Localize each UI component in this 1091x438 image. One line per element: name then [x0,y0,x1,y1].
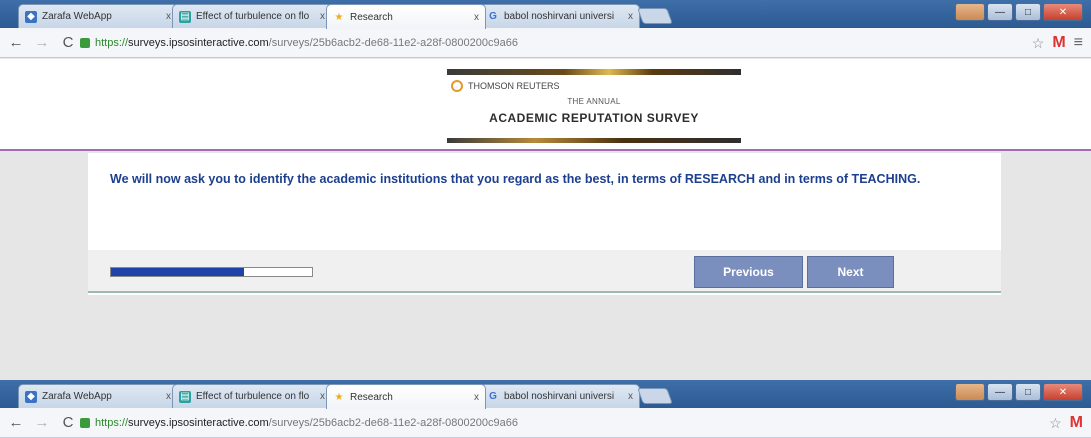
survey-logo: THOMSON REUTERS THE ANNUAL ACADEMIC REPU… [447,69,741,143]
survey-card: We will now ask you to identify the acad… [88,153,1001,295]
minimize-icon[interactable]: — [987,3,1013,21]
address-bar[interactable]: https://surveys.ipsosinteractive.com/sur… [80,33,1040,53]
google-icon: G [489,11,497,22]
google-icon: G [489,391,497,402]
url-scheme: https:// [95,417,129,429]
back-icon[interactable]: ← [8,414,24,431]
url-host: surveys.ipsosinteractive.com [128,37,269,49]
minimize-icon[interactable]: — [987,383,1013,401]
page-content: THOMSON REUTERS THE ANNUAL ACADEMIC REPU… [0,59,1091,380]
toolbar: ← → C https://surveys.ipsosinteractive.c… [0,28,1091,58]
lock-icon [80,418,90,428]
user-icon[interactable] [955,383,985,401]
document-icon: ▤ [179,10,191,23]
tab-effect-of-turbulence[interactable]: ▤ Effect of turbulence on flo x [172,384,332,408]
forward-icon[interactable]: → [34,414,50,431]
close-icon[interactable]: x [474,12,479,23]
brand-name: THOMSON REUTERS [468,81,560,91]
progress-fill [111,268,244,276]
url-scheme: https:// [95,37,129,49]
tab-research[interactable]: ★ Research x [326,384,486,409]
toolbar-right: ☆ M ≡ [1032,34,1083,52]
toolbar-right: ☆ M [1049,414,1083,432]
tab-title: Zarafa WebApp [42,11,112,22]
lock-icon [80,38,90,48]
gmail-icon[interactable]: M [1070,414,1083,432]
url-host: surveys.ipsosinteractive.com [128,417,269,429]
banner-title: ACADEMIC REPUTATION SURVEY [489,111,699,125]
new-tab-button[interactable] [637,8,673,24]
new-tab-button[interactable] [637,388,673,404]
forward-icon[interactable]: → [34,34,50,51]
progress-bar [110,267,313,277]
zarafa-icon: ◆ [25,390,37,403]
close-icon[interactable]: x [320,391,325,402]
close-icon[interactable]: x [628,391,633,402]
thomson-reuters-logo-icon [451,80,463,92]
zarafa-icon: ◆ [25,10,37,23]
gmail-icon[interactable]: M [1052,34,1065,52]
tab-zarafa[interactable]: ◆ Zarafa WebApp x [18,4,178,28]
close-icon[interactable]: x [166,391,171,402]
tab-title: Effect of turbulence on flo [196,391,310,402]
reload-icon[interactable]: C [60,34,76,51]
back-icon[interactable]: ← [8,34,24,51]
reload-icon[interactable]: C [60,414,76,431]
logo-bottom-stripe [447,138,741,143]
bookmark-star-icon[interactable]: ☆ [1049,415,1062,432]
tab-zarafa[interactable]: ◆ Zarafa WebApp x [18,384,178,408]
tab-title: babol noshirvani universi [504,11,615,22]
previous-button[interactable]: Previous [694,256,803,288]
close-icon[interactable]: x [166,11,171,22]
tab-title: Zarafa WebApp [42,391,112,402]
document-icon: ▤ [179,390,191,403]
brand: THOMSON REUTERS [451,80,560,92]
bookmark-star-icon[interactable]: ☆ [1032,35,1045,52]
maximize-icon[interactable]: □ [1015,3,1041,21]
tab-strip: ◆ Zarafa WebApp x ▤ Effect of turbulence… [0,380,1091,409]
tab-title: Effect of turbulence on flo [196,11,310,22]
address-bar[interactable]: https://surveys.ipsosinteractive.com/sur… [80,413,1040,433]
browser-chrome: ◆ Zarafa WebApp x ▤ Effect of turbulence… [0,0,1091,58]
tab-babol-noshirvani[interactable]: G babol noshirvani universi x [480,384,640,408]
user-icon[interactable] [955,3,985,21]
tab-title: babol noshirvani universi [504,391,615,402]
close-icon[interactable]: x [320,11,325,22]
close-icon[interactable]: x [628,11,633,22]
tab-research[interactable]: ★ Research x [326,4,486,29]
next-button[interactable]: Next [807,256,894,288]
logo-top-stripe [447,69,741,75]
window-close-icon[interactable]: ✕ [1043,383,1083,401]
tab-title: Research [350,391,393,403]
banner-subtitle: THE ANNUAL [567,97,621,106]
url-path: /surveys/25b6acb2-de68-11e2-a28f-0800200… [268,37,518,49]
tab-babol-noshirvani[interactable]: G babol noshirvani universi x [480,4,640,28]
survey-banner: THOMSON REUTERS THE ANNUAL ACADEMIC REPU… [0,59,1091,151]
tab-effect-of-turbulence[interactable]: ▤ Effect of turbulence on flo x [172,4,332,28]
window-close-icon[interactable]: ✕ [1043,3,1083,21]
window-controls: — □ ✕ [955,383,1083,401]
survey-nav-row: Previous Next [88,250,1001,293]
survey-question: We will now ask you to identify the acad… [110,172,921,186]
close-icon[interactable]: x [474,392,479,403]
tab-title: Research [350,11,393,23]
window-controls: — □ ✕ [955,3,1083,21]
tab-strip: ◆ Zarafa WebApp x ▤ Effect of turbulence… [0,0,1091,29]
star-icon: ★ [334,391,344,403]
star-icon: ★ [334,11,344,23]
maximize-icon[interactable]: □ [1015,383,1041,401]
menu-icon[interactable]: ≡ [1074,34,1083,52]
url-path: /surveys/25b6acb2-de68-11e2-a28f-0800200… [268,417,518,429]
browser-chrome-duplicate: ◆ Zarafa WebApp x ▤ Effect of turbulence… [0,380,1091,438]
